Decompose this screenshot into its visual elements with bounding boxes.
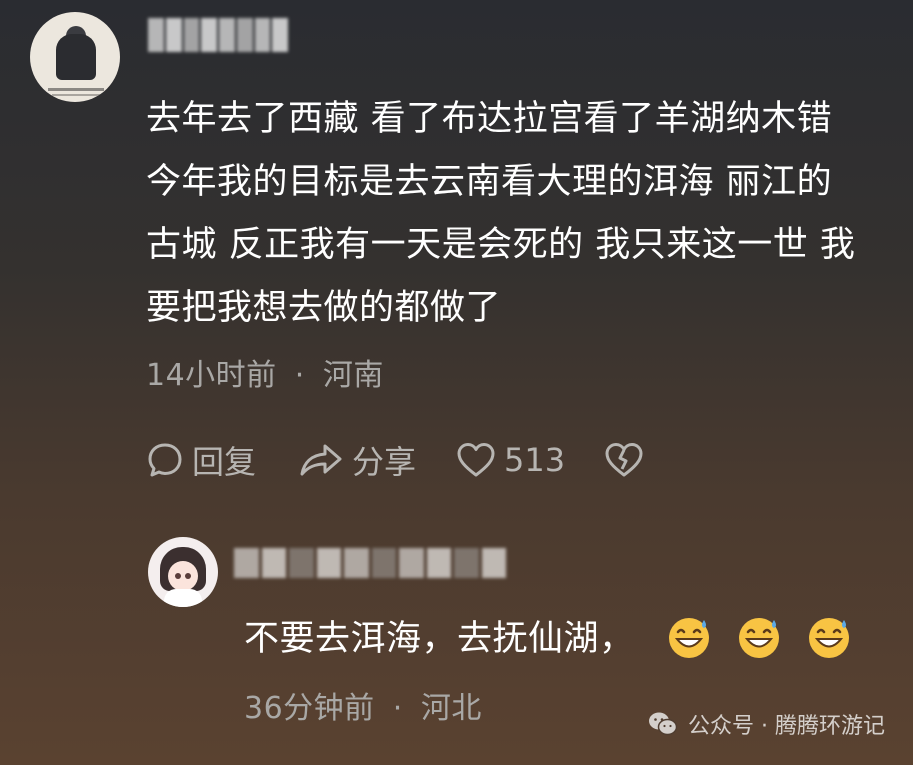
share-label: 分享 <box>352 443 417 481</box>
like-button[interactable]: 513 <box>456 441 604 479</box>
avatar-caption-line <box>48 88 104 91</box>
like-count: 513 <box>504 441 566 479</box>
reply-comment-text: 不要去洱海，去抚仙湖， <box>244 619 635 659</box>
reply-meta: 36分钟前 · 河北 <box>244 683 482 727</box>
meta-separator: · <box>392 691 403 726</box>
reply-button[interactable]: 回复 <box>146 437 298 483</box>
avatar-face <box>168 561 198 591</box>
avatar-body <box>164 589 202 607</box>
reply-time: 36分钟前 <box>244 691 375 726</box>
watermark-text: 公众号 · 腾腾环游记 <box>688 714 885 739</box>
main-comment-meta: 14小时前 · 河南 <box>146 350 384 394</box>
reply-avatar[interactable] <box>148 537 218 607</box>
avatar-figure <box>56 34 96 80</box>
meta-separator: · <box>294 358 305 393</box>
heart-outline-icon <box>457 443 495 477</box>
grinning-sweat-emoji <box>739 618 779 658</box>
avatar-caption-line <box>52 94 100 96</box>
comment-action-bar: 回复 分享 513 <box>146 434 644 486</box>
wechat-icon <box>649 712 678 736</box>
comment-bubble-icon <box>148 443 182 477</box>
reply-username-blurred[interactable] <box>234 548 506 578</box>
dislike-button[interactable] <box>604 441 644 479</box>
main-comment-location: 河南 <box>322 358 384 393</box>
avatar-eye <box>175 573 181 579</box>
reply-location: 河北 <box>420 691 482 726</box>
share-button[interactable]: 分享 <box>298 437 456 483</box>
main-comment-time: 14小时前 <box>146 358 277 393</box>
broken-heart-icon <box>605 443 643 477</box>
reply-label: 回复 <box>192 443 257 481</box>
grinning-sweat-emoji <box>669 618 709 658</box>
main-username-blurred[interactable] <box>148 18 288 52</box>
avatar-eye <box>185 573 191 579</box>
wechat-watermark: 公众号 · 腾腾环游记 <box>648 708 885 740</box>
main-comment-text: 去年去了西藏 看了布达拉宫看了羊湖纳木错 今年我的目标是去云南看大理的洱海 丽江… <box>146 99 856 328</box>
share-arrow-icon <box>300 444 342 476</box>
grinning-sweat-emoji <box>809 618 849 658</box>
main-comment-avatar[interactable] <box>30 12 120 102</box>
